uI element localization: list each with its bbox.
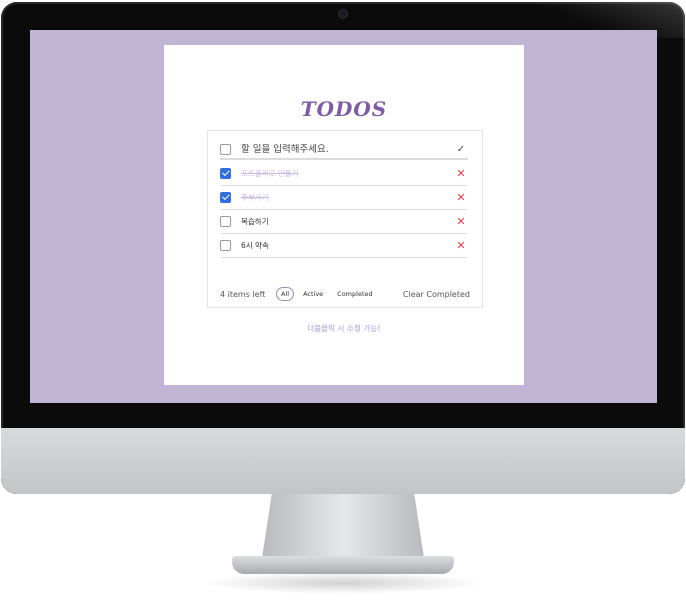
items-left-count: 4 items left [220,289,266,299]
todo-item[interactable]: 포트폴리오 만들기 ✕ [220,162,468,186]
todo-text[interactable]: 복습하기 [241,216,454,227]
clear-completed-button[interactable]: Clear Completed [403,290,470,299]
monitor-stand-neck [262,494,424,558]
edit-hint: 더블클릭 시 수정 가능! [307,324,381,333]
todo-item[interactable]: 복습하기 ✕ [220,210,468,234]
filter-active-button[interactable]: Active [298,287,329,301]
filter-group: All Active Completed [276,287,378,301]
delete-icon[interactable]: ✕ [454,215,468,229]
webcam-icon [338,9,348,19]
todo-checkbox[interactable] [220,240,231,251]
desktop-mockup: TODOS ✓ 포트폴리오 만들기 ✕ 주부사기 ✕ [0,0,686,606]
delete-icon[interactable]: ✕ [454,239,468,253]
stand-shadow [200,572,486,594]
toggle-all-checkbox[interactable] [220,143,231,155]
todo-app: TODOS ✓ 포트폴리오 만들기 ✕ 주부사기 ✕ [164,45,524,385]
new-todo-row: ✓ [220,140,468,160]
todo-text[interactable]: 주부사기 [241,192,454,203]
delete-icon[interactable]: ✕ [454,167,468,181]
todo-footer: 4 items left All Active Completed Clear … [220,286,470,302]
delete-icon[interactable]: ✕ [454,191,468,205]
todo-panel: ✓ 포트폴리오 만들기 ✕ 주부사기 ✕ 복습하기 ✕ [207,130,483,308]
todo-text[interactable]: 포트폴리오 만들기 [241,168,454,179]
filter-all-button[interactable]: All [276,287,295,301]
monitor-chin [1,428,685,494]
todo-checkbox[interactable] [220,168,231,179]
check-icon[interactable]: ✓ [454,142,468,156]
todo-item[interactable]: 주부사기 ✕ [220,186,468,210]
app-title: TODOS [300,97,388,121]
new-todo-input[interactable] [241,143,454,155]
filter-completed-button[interactable]: Completed [332,287,378,301]
todo-checkbox[interactable] [220,192,231,203]
todo-item[interactable]: 6시 약속 ✕ [220,234,468,258]
screen: TODOS ✓ 포트폴리오 만들기 ✕ 주부사기 ✕ [30,30,657,403]
todo-checkbox[interactable] [220,216,231,227]
todo-text[interactable]: 6시 약속 [241,240,454,251]
